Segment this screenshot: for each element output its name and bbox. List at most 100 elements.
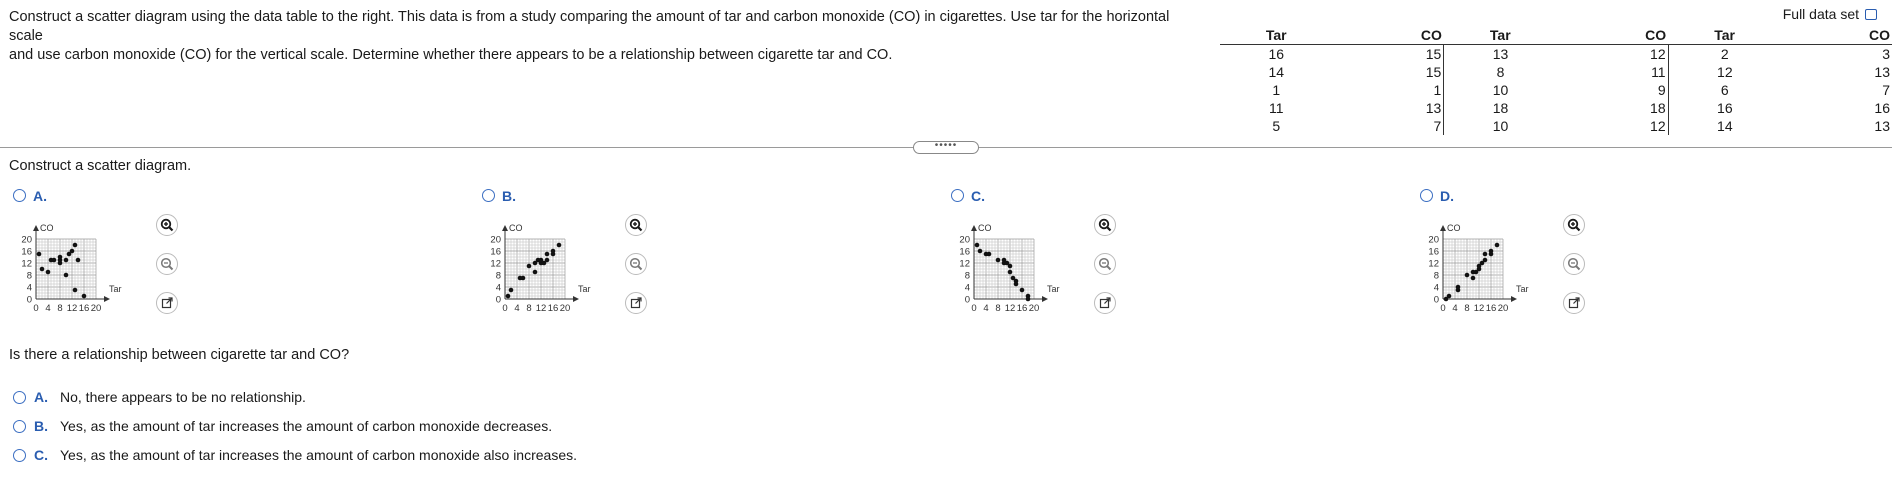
data-point (520, 275, 526, 281)
zoom-in-icon[interactable] (625, 214, 647, 236)
option-d-letter[interactable]: D. (1440, 188, 1454, 204)
data-point (505, 293, 511, 299)
y-tick-label: 0 (27, 295, 32, 306)
x-tick-label: 12 (67, 303, 78, 314)
data-set-window-icon[interactable] (1865, 8, 1877, 20)
data-point (63, 257, 69, 263)
zoom-out-icon[interactable] (1563, 253, 1585, 275)
x-tick-label: 8 (526, 303, 531, 314)
data-point (1019, 287, 1025, 293)
answer-a-text[interactable]: No, there appears to be no relationship. (60, 389, 306, 405)
zoom-in-icon[interactable] (156, 214, 178, 236)
option-c-letter[interactable]: C. (971, 188, 985, 204)
data-point (995, 257, 1001, 263)
data-point (974, 242, 980, 248)
table-row: 5 7 10 12 14 13 (1220, 117, 1892, 135)
data-point (63, 272, 69, 278)
data-point (986, 251, 992, 257)
problem-line-1: Construct a scatter diagram using the da… (9, 9, 1170, 44)
option-d-radio[interactable] (1420, 189, 1433, 202)
table-cell: 12 (1556, 117, 1669, 135)
table-row: 14 15 8 11 12 13 (1220, 63, 1892, 81)
x-tick-label: 4 (1452, 303, 1457, 314)
zoom-out-icon[interactable] (1094, 253, 1116, 275)
scatter-plot-a: COTar0 4 8 12 16 20201612840 (21, 223, 122, 314)
option-a[interactable]: A. CO Tar 0 4 8 12 16 20 20 16 12 8 4 0 (8, 185, 448, 335)
data-point (1025, 296, 1031, 302)
table-cell: 16 (1717, 100, 1733, 116)
option-a-radio[interactable] (13, 189, 26, 202)
answer-a-radio[interactable] (13, 390, 26, 404)
data-point (550, 248, 556, 254)
x-tick-label: 0 (971, 303, 976, 314)
x-axis-label: Tar (109, 284, 122, 294)
x-axis-arrow (1042, 296, 1048, 302)
x-tick-label: 4 (45, 303, 50, 314)
answer-a-letter[interactable]: A. (34, 389, 52, 405)
answer-c-letter[interactable]: C. (34, 447, 52, 463)
zoom-in-icon[interactable] (1563, 214, 1585, 236)
option-a-letter[interactable]: A. (33, 188, 47, 204)
data-table-header-row: Tar CO Tar CO Tar CO (1220, 26, 1892, 45)
data-point (72, 287, 78, 293)
table-cell: 6 (1720, 82, 1729, 98)
full-data-set-label[interactable]: Full data set (1783, 6, 1859, 22)
table-row: 1 1 10 9 6 7 (1220, 81, 1892, 99)
option-d[interactable]: D. CO Tar 0 4 8 12 16 20 20 16 12 8 4 0 (1415, 185, 1855, 335)
open-external-icon[interactable] (1094, 292, 1116, 314)
answer-a[interactable]: A. No, there appears to be no relationsh… (13, 389, 306, 405)
answer-b-text[interactable]: Yes, as the amount of tar increases the … (60, 418, 552, 434)
divider-drag-handle[interactable]: ••••• (913, 141, 979, 154)
table-cell: 1 (1332, 81, 1445, 99)
y-tick-label: 4 (496, 283, 501, 294)
table-cell: 1 (1272, 82, 1281, 98)
problem-line-2: and use carbon monoxide (CO) for the ver… (9, 47, 893, 63)
x-tick-label: 16 (79, 303, 90, 314)
data-point (544, 251, 550, 257)
answer-c-text[interactable]: Yes, as the amount of tar increases the … (60, 447, 577, 463)
option-b-letter[interactable]: B. (502, 188, 516, 204)
y-tick-label: 0 (496, 295, 501, 306)
option-c[interactable]: C. CO Tar 0 4 8 12 16 20 20 16 12 8 4 0 (946, 185, 1386, 335)
table-cell: 13 (1492, 46, 1509, 62)
data-point (51, 257, 57, 263)
zoom-out-icon[interactable] (625, 253, 647, 275)
zoom-out-icon[interactable] (156, 253, 178, 275)
data-point (81, 293, 87, 299)
table-cell: 2 (1720, 46, 1729, 62)
full-data-set-link[interactable]: Full data set (1783, 6, 1877, 22)
open-external-icon[interactable] (1563, 292, 1585, 314)
zoom-in-icon[interactable] (1094, 214, 1116, 236)
scatter-plot-b: COTar0 4 8 12 16 20201612840 (490, 223, 590, 314)
data-point (532, 269, 538, 275)
data-point (1007, 269, 1013, 275)
data-point (544, 257, 550, 263)
y-tick-label: 12 (21, 259, 32, 270)
option-b-radio[interactable] (482, 189, 495, 202)
table-cell: 16 (1268, 46, 1285, 62)
y-tick-label: 20 (21, 235, 32, 246)
x-tick-label: 0 (1440, 303, 1445, 314)
answer-c[interactable]: C. Yes, as the amount of tar increases t… (13, 447, 577, 463)
answer-b[interactable]: B. Yes, as the amount of tar increases t… (13, 418, 552, 434)
answer-c-radio[interactable] (13, 448, 26, 462)
answer-b-radio[interactable] (13, 419, 26, 433)
data-point (977, 248, 983, 254)
x-axis-arrow (104, 296, 110, 302)
option-b[interactable]: B. CO Tar 0 4 8 12 16 20 20 16 12 8 4 0 (477, 185, 917, 335)
y-tick-label: 12 (959, 259, 970, 270)
x-tick-label: 8 (57, 303, 62, 314)
option-c-radio[interactable] (951, 189, 964, 202)
table-cell: 18 (1556, 99, 1669, 117)
table-cell: 3 (1882, 46, 1890, 62)
data-point (36, 251, 42, 257)
open-external-icon[interactable] (625, 292, 647, 314)
table-cell: 13 (1874, 118, 1890, 134)
open-external-icon[interactable] (156, 292, 178, 314)
column-header-co: CO (1781, 26, 1892, 45)
x-tick-label: 4 (983, 303, 988, 314)
x-tick-label: 12 (1474, 303, 1485, 314)
instruction-text: Construct a scatter diagram. (9, 158, 192, 174)
answer-b-letter[interactable]: B. (34, 418, 52, 434)
data-point (1470, 275, 1476, 281)
